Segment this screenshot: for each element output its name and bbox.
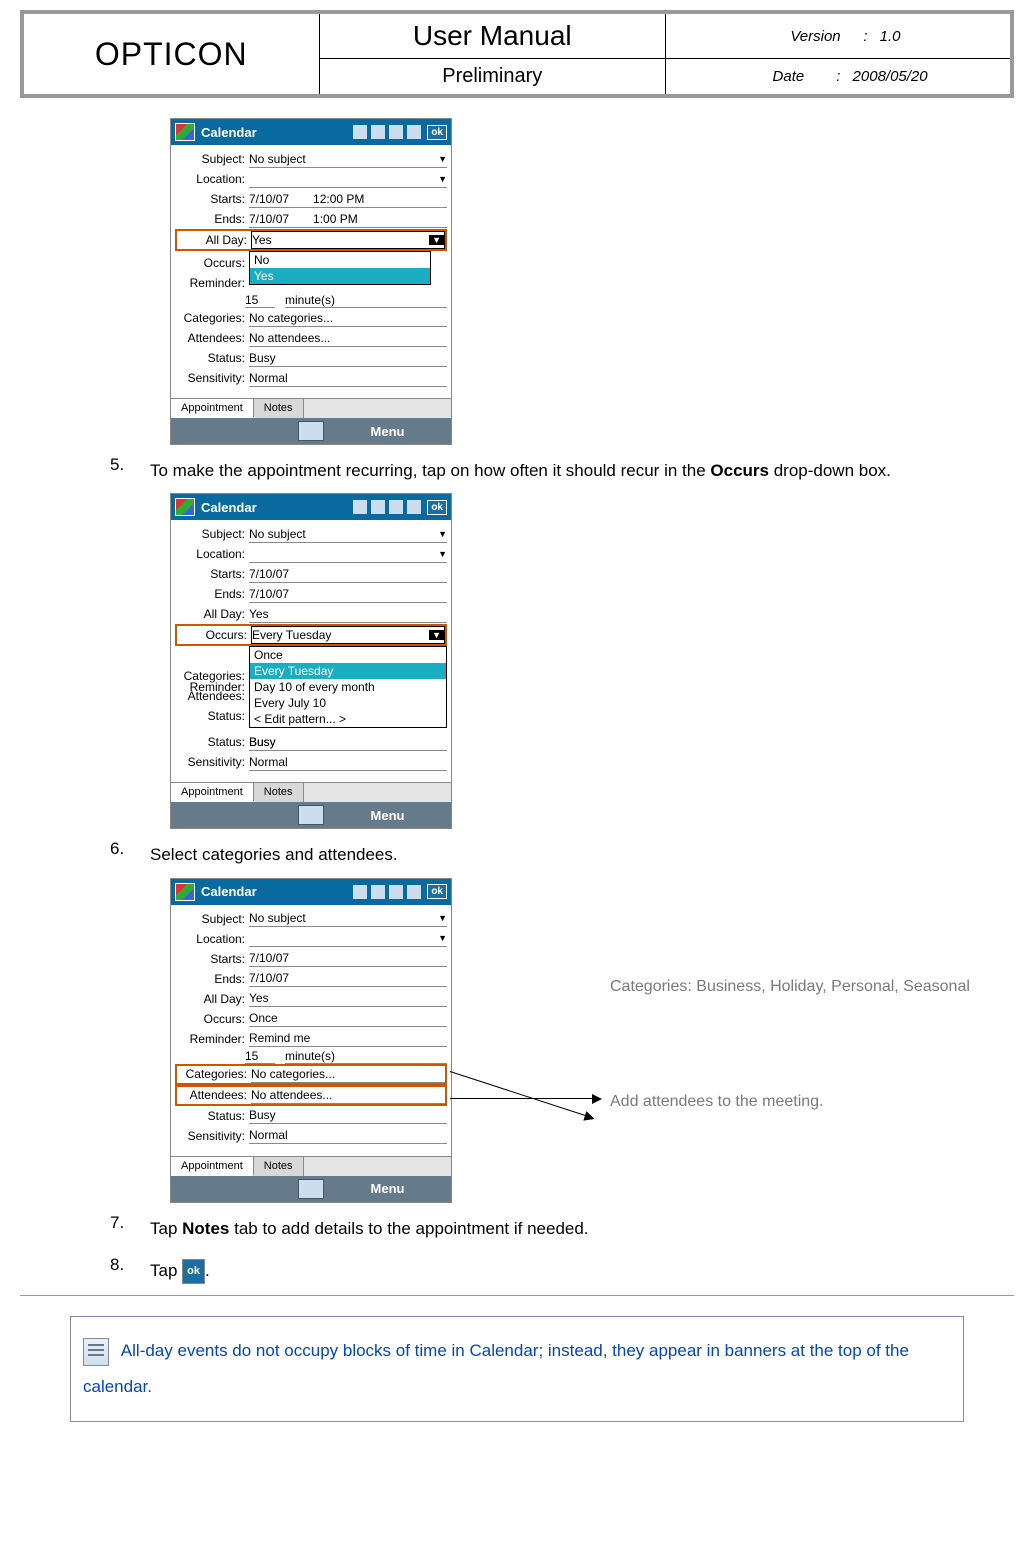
- location-field[interactable]: ▼: [249, 171, 447, 188]
- status-icon: [407, 125, 421, 139]
- tab-notes[interactable]: Notes: [254, 1157, 304, 1176]
- status-field[interactable]: Busy: [249, 350, 447, 367]
- annotation-categories: Categories: Business, Holiday, Personal,…: [610, 973, 990, 1000]
- tab-appointment[interactable]: Appointment: [171, 399, 254, 418]
- status-icon: [389, 125, 403, 139]
- categories-row-highlighted: Categories:No categories...: [175, 1064, 447, 1085]
- allday-row-highlighted: All Day: Yes▼: [175, 229, 447, 251]
- date-row: Date: 2008/05/20: [666, 59, 1013, 97]
- doc-header: OPTICON User Manual Version: 1.0 Prelimi…: [20, 10, 1014, 98]
- divider: [20, 1295, 1014, 1296]
- step-6: 6. Select categories and attendees.: [110, 839, 984, 871]
- tab-notes[interactable]: Notes: [254, 399, 304, 418]
- tab-appointment[interactable]: Appointment: [171, 783, 254, 802]
- step-5: 5. To make the appointment recurring, ta…: [110, 455, 984, 487]
- categories-field[interactable]: No categories...: [249, 310, 447, 327]
- start-icon: [175, 498, 195, 516]
- step-8: 8. Tap ok.: [110, 1255, 984, 1287]
- ok-button[interactable]: ok: [427, 125, 447, 140]
- brand: OPTICON: [22, 12, 319, 96]
- annotation-attendees: Add attendees to the meeting.: [610, 1088, 990, 1115]
- screenshot-allday-dropdown: Calendar ok Subject:No subject▼ Location…: [170, 118, 452, 445]
- subject-field[interactable]: No subject▼: [249, 151, 447, 168]
- allday-dropdown[interactable]: Yes▼: [251, 231, 445, 249]
- start-icon: [175, 883, 195, 901]
- info-note: All-day events do not occupy blocks of t…: [70, 1316, 964, 1421]
- occurs-row-highlighted: Occurs: Every Tuesday▼: [175, 624, 447, 646]
- status-icon: [353, 125, 367, 139]
- step-7: 7. Tap Notes tab to add details to the a…: [110, 1213, 984, 1245]
- ok-icon: ok: [182, 1259, 205, 1284]
- menu-button[interactable]: Menu: [324, 424, 451, 439]
- menu-button[interactable]: Menu: [324, 808, 451, 823]
- occurs-dropdown[interactable]: Every Tuesday▼: [251, 626, 445, 644]
- screenshot-categories-attendees: Calendar ok Subject:No subject▼ Location…: [170, 878, 452, 1203]
- keyboard-icon[interactable]: [298, 421, 324, 441]
- screenshot-occurs-dropdown: Calendar ok Subject:No subject▼ Location…: [170, 493, 452, 829]
- start-icon: [175, 123, 195, 141]
- attendees-field[interactable]: No attendees...: [249, 330, 447, 347]
- ends-field[interactable]: 7/10/071:00 PM: [249, 211, 447, 228]
- version-row: Version: 1.0: [666, 12, 1013, 59]
- status-icon: [371, 125, 385, 139]
- menu-button[interactable]: Menu: [324, 1181, 451, 1196]
- ok-button[interactable]: ok: [427, 500, 447, 515]
- attendees-row-highlighted: Attendees:No attendees...: [175, 1085, 447, 1106]
- keyboard-icon[interactable]: [298, 805, 324, 825]
- note-icon: [83, 1338, 109, 1366]
- tab-notes[interactable]: Notes: [254, 783, 304, 802]
- doc-subtitle: Preliminary: [319, 59, 666, 97]
- sensitivity-field[interactable]: Normal: [249, 370, 447, 387]
- tab-appointment[interactable]: Appointment: [171, 1157, 254, 1176]
- app-title: Calendar: [201, 125, 257, 140]
- occurs-options[interactable]: Once Every Tuesday Day 10 of every month…: [249, 646, 447, 728]
- keyboard-icon[interactable]: [298, 1179, 324, 1199]
- ok-button[interactable]: ok: [427, 884, 447, 899]
- doc-title: User Manual: [319, 12, 666, 59]
- starts-field[interactable]: 7/10/0712:00 PM: [249, 191, 447, 208]
